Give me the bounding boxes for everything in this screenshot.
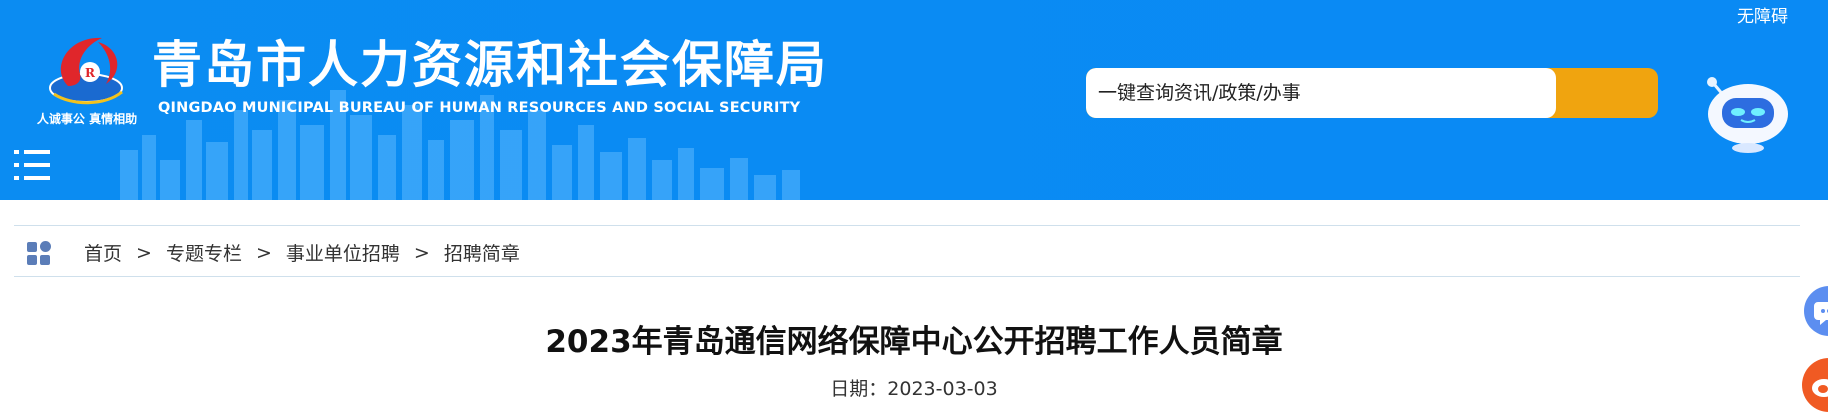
search-box	[1086, 68, 1658, 118]
breadcrumb-separator: >	[255, 241, 272, 264]
date-value: 2023-03-03	[887, 378, 998, 400]
robot-assistant-icon[interactable]	[1698, 74, 1798, 154]
accessibility-link[interactable]: 无障碍	[1737, 2, 1788, 27]
bureau-logo-icon: R	[49, 37, 123, 105]
weibo-logo-icon	[1812, 379, 1828, 397]
breadcrumb-divider-top	[14, 225, 1800, 226]
breadcrumb: 首页 > 专题专栏 > 事业单位招聘 > 招聘简章	[84, 239, 520, 266]
city-skyline-decoration	[120, 90, 800, 200]
svg-text:R: R	[85, 66, 96, 80]
breadcrumb-separator: >	[413, 241, 430, 264]
breadcrumb-recruitment-notice[interactable]: 招聘简章	[444, 239, 520, 266]
site-header: 无障碍 R 人诚事公 真情相助 青岛市人力资源和社会保障局 QINGDAO MU…	[0, 0, 1828, 200]
bureau-logo[interactable]: R 人诚事公 真情相助	[28, 28, 146, 128]
weibo-icon[interactable]	[1802, 358, 1828, 412]
breadcrumb-divider-bottom	[14, 276, 1800, 277]
menu-button[interactable]	[14, 150, 50, 184]
breadcrumb-home[interactable]: 首页	[84, 239, 122, 266]
breadcrumb-special-topics[interactable]: 专题专栏	[166, 239, 242, 266]
article-title: 2023年青岛通信网络保障中心公开招聘工作人员简章	[545, 324, 1283, 360]
logo-caption: 人诚事公 真情相助	[36, 112, 138, 126]
site-subtitle-text: QINGDAO MUNICIPAL BUREAU OF HUMAN RESOUR…	[158, 100, 801, 116]
search-input[interactable]	[1086, 68, 1556, 118]
date-label: 日期：	[830, 378, 888, 400]
site-title: 青岛市人力资源和社会保障局	[152, 36, 828, 94]
article-date: 日期：2023-03-03	[0, 374, 1828, 401]
site-subtitle: QINGDAO MUNICIPAL BUREAU OF HUMAN RESOUR…	[152, 100, 800, 116]
grid-icon	[27, 241, 51, 265]
search-button[interactable]	[1556, 68, 1658, 118]
breadcrumb-public-institution-recruitment[interactable]: 事业单位招聘	[286, 239, 400, 266]
chat-icon[interactable]	[1804, 286, 1828, 336]
breadcrumb-separator: >	[136, 241, 152, 264]
chat-bubble-icon	[1814, 302, 1828, 325]
